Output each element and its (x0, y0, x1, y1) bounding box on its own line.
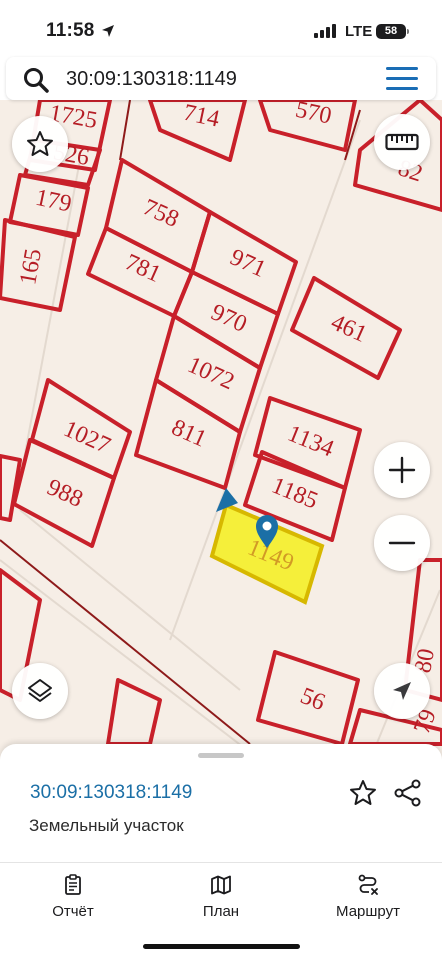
ruler-icon (385, 133, 419, 151)
parcel-label-811: 811 (168, 415, 211, 453)
status-time: 11:58 (46, 20, 95, 41)
navigation-arrow-icon (393, 682, 411, 700)
star-icon (27, 131, 53, 156)
plus-icon (388, 456, 416, 484)
parcel-label-179: 179 (33, 185, 74, 218)
route-icon (358, 874, 378, 895)
tab-report-label: Отчёт (52, 903, 94, 920)
parcel-label-165: 165 (15, 247, 47, 287)
tab-route-label: Маршрут (336, 903, 400, 920)
map-canvas[interactable]: 1725 714 570 526 179 82 758 165 971 781 … (0, 100, 442, 760)
search-icon[interactable] (22, 66, 50, 94)
parcel-label-970: 970 (207, 299, 250, 337)
status-bar: 11:58 LTE 58 (0, 0, 442, 58)
parcel-label-714: 714 (181, 100, 222, 133)
layers-icon (28, 679, 52, 702)
menu-button[interactable] (386, 67, 418, 91)
report-icon (65, 874, 81, 895)
parcel-label-1027: 1027 (60, 416, 114, 459)
tab-route[interactable]: Маршрут (313, 873, 423, 920)
search-input[interactable] (66, 61, 366, 97)
parcel-label-971: 971 (226, 244, 269, 282)
search-bar (6, 57, 436, 100)
star-icon[interactable] (348, 778, 378, 808)
battery-tip (407, 29, 409, 34)
sheet-drag-handle[interactable] (198, 753, 244, 758)
my-location-button[interactable] (374, 663, 430, 719)
zoom-out-button[interactable] (374, 515, 430, 571)
map-plan-icon (211, 875, 231, 895)
location-arrow-icon (102, 25, 114, 37)
parcel-label-56: 56 (297, 683, 329, 716)
parcel-label-988: 988 (43, 474, 86, 512)
parcel-label-1134: 1134 (284, 421, 337, 463)
tab-plan[interactable]: План (166, 873, 276, 920)
parcel-cadastral-number: 30:09:130318:1149 (30, 782, 193, 803)
layers-button[interactable] (12, 663, 68, 719)
parcel-label-758: 758 (139, 194, 182, 232)
tab-report[interactable]: Отчёт (18, 873, 128, 920)
parcel-label-461: 461 (327, 309, 370, 347)
parcel-label-570: 570 (293, 100, 334, 130)
parcel-label-1185: 1185 (268, 473, 321, 515)
battery-icon: 58 (376, 24, 406, 39)
cadastral-map[interactable]: 1725 714 570 526 179 82 758 165 971 781 … (0, 100, 442, 760)
parcel-label-1072: 1072 (184, 352, 238, 395)
share-icon[interactable] (393, 778, 423, 808)
favorites-button[interactable] (12, 116, 68, 172)
parcel-info-sheet[interactable]: 30:09:130318:1149 Земельный участок (0, 744, 442, 864)
cell-signal-icon (314, 24, 336, 38)
parcel-type-label: Земельный участок (29, 816, 184, 835)
zoom-in-button[interactable] (374, 442, 430, 498)
measure-button[interactable] (374, 114, 430, 170)
minus-icon (388, 541, 416, 545)
home-indicator (143, 944, 300, 949)
tab-plan-label: План (202, 903, 240, 920)
network-type: LTE (345, 23, 373, 40)
